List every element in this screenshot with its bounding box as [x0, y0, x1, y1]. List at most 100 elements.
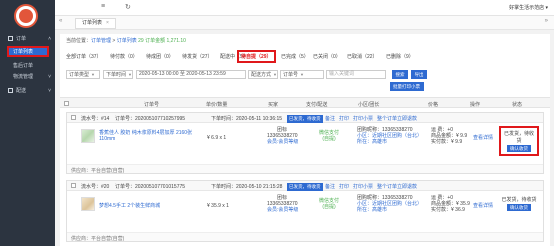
supplier-text: 供应商：平台自营(自营): [71, 168, 125, 174]
order-card: 流水号：#20 订单号：202005107701015775 下单时间：2020…: [66, 180, 544, 242]
delivery-select[interactable]: 配送方式 ▼: [248, 70, 278, 79]
time-type-value: 下单时间: [106, 72, 127, 78]
remark-link[interactable]: 备注: [325, 115, 335, 122]
status-to-ship[interactable]: 待发货（27）: [182, 53, 213, 60]
order-type-value: 订单类型: [69, 72, 90, 78]
status-done[interactable]: 已完成（5）: [281, 53, 309, 60]
confirm-receipt-button[interactable]: 确认收货: [507, 145, 531, 152]
status-text: 已发货，待收货: [501, 197, 537, 203]
community-line[interactable]: 所在：高雄市: [357, 207, 422, 213]
sidebar-group-distribution[interactable]: 配送 ˅: [0, 86, 55, 97]
search-input[interactable]: 输入关键词: [326, 70, 386, 79]
sidebar-group-distribution-label: 配送: [16, 88, 27, 94]
order-no-value: 订单号: [283, 72, 299, 78]
unit-price: ¥ 35.9 x 1: [207, 203, 229, 209]
tab-next-icon[interactable]: »: [545, 18, 548, 24]
shop-logo: [14, 4, 38, 28]
status-filter-row: 全部订单（37） 待付款（0） 待成团（0） 待发货（27） 配送中（5） 待自…: [66, 50, 546, 63]
order-checkbox[interactable]: [71, 115, 76, 120]
payment-info: 微信支付 (自提): [319, 130, 339, 142]
buyer-line[interactable]: 会员:会员等级: [267, 207, 298, 213]
sidebar-item-label: 订单列表: [13, 49, 34, 55]
sidebar-item-order-list[interactable]: 订单列表: [7, 46, 49, 57]
filter-row: 订单类型 ▼ 下单时间 ▼ 2020-05-13 00:00 至 2020-05-1…: [66, 70, 546, 80]
tab-order-list[interactable]: 订单列表 ×: [75, 18, 116, 29]
status-deleted[interactable]: 已删除（9）: [386, 53, 414, 60]
order-footer: 供应商：平台自营(自营): [67, 232, 543, 242]
batch-print-button[interactable]: 批量打印小票: [390, 82, 424, 91]
chevron-down-icon: ▼: [91, 72, 95, 77]
chevron-down-icon: ▼: [273, 72, 277, 77]
export-button[interactable]: 导出: [411, 70, 427, 79]
refund-link[interactable]: 整个订单立即退款: [377, 183, 417, 190]
status-cancelled[interactable]: 已取消（22）: [347, 53, 378, 60]
chevron-down-icon: ˅: [48, 88, 51, 94]
status-cell: 已发货，待收货 确认收货: [499, 126, 539, 156]
unit-price: ¥ 6.9 x 1: [207, 135, 227, 141]
truck-icon: [8, 88, 13, 94]
col-payment: 支付/配送: [306, 102, 328, 108]
buyer-info: 团标 13365338270 会员:会员等级: [267, 127, 298, 145]
select-all-checkbox[interactable]: [64, 101, 69, 106]
community-info: 团购昵称：13365338270 小区：近期社区团购（台北） 所在：高雄市: [357, 195, 422, 213]
chevron-down-icon: ˅: [48, 74, 51, 80]
print-receipt-link[interactable]: 打印小票: [353, 115, 373, 122]
shop-name[interactable]: 好掌生活示范店 ▾: [509, 4, 548, 11]
search-placeholder: 输入关键词: [329, 71, 355, 77]
order-no-select[interactable]: 订单号 ▼: [280, 70, 324, 79]
search-button[interactable]: 搜索: [392, 70, 408, 79]
buyer-line[interactable]: 会员:会员等级: [267, 139, 298, 145]
breadcrumb: 当前位置：订单管理 > 订单列表 29 订单金额 1,271.10: [66, 38, 186, 44]
payment-line: (自提): [322, 204, 336, 210]
community-line[interactable]: 所在：高雄市: [357, 139, 422, 145]
remark-link[interactable]: 备注: [325, 183, 335, 190]
product-thumbnail[interactable]: [81, 129, 95, 143]
print-link[interactable]: 打印: [339, 115, 349, 122]
status-pickup[interactable]: 待自提（29）: [237, 50, 276, 63]
order-number: 订单号：202005107701015775: [115, 184, 186, 190]
sidebar-group-order[interactable]: 订单 ˄: [0, 34, 55, 45]
price-line: 实付款：¥ 36.9: [431, 207, 465, 213]
view-detail-link[interactable]: 查看详情: [473, 203, 493, 209]
view-detail-link[interactable]: 查看详情: [473, 135, 493, 141]
date-range-input[interactable]: 2020-05-13 00:00 至 2020-05-13 23:59: [136, 70, 246, 79]
order-type-select[interactable]: 订单类型 ▼: [66, 70, 100, 79]
status-cell: 已发货，待收货 确认收货: [499, 196, 539, 211]
time-type-select[interactable]: 下单时间 ▼: [103, 70, 133, 79]
close-icon[interactable]: ×: [106, 20, 109, 26]
status-unpaid[interactable]: 待付款（0）: [110, 53, 138, 60]
product-name[interactable]: 梦想4.5手工 2个装生鲜商城: [99, 203, 160, 209]
refund-link[interactable]: 整个订单立即退款: [377, 115, 417, 122]
col-unit-qty: 单价/数量: [206, 102, 228, 108]
print-receipt-link[interactable]: 打印小票: [353, 183, 373, 190]
menu-icon[interactable]: ≡: [101, 3, 105, 10]
print-link[interactable]: 打印: [339, 183, 349, 190]
breadcrumb-level2[interactable]: 订单列表: [117, 38, 137, 44]
sidebar-item-logistics[interactable]: 物流管理 ˅: [0, 72, 55, 83]
tab-label: 订单列表: [82, 20, 103, 26]
refresh-icon[interactable]: ↻: [125, 3, 131, 11]
order-checkbox[interactable]: [71, 183, 76, 188]
col-order-no: 订单号: [144, 102, 160, 108]
sidebar: 订单 ˄ 订单列表 售后订单 物流管理 ˅ 配送 ˅: [0, 0, 55, 246]
payment-info: 微信支付 (自提): [319, 198, 339, 210]
order-status-tag: 已发货，待收货: [287, 115, 323, 123]
product-name[interactable]: 香蕉佳人 胶奶 纯木浆原料4层加厚 2160张 110mm: [99, 130, 199, 142]
sidebar-group-order-row[interactable]: 订单 ˄: [0, 34, 55, 45]
status-all[interactable]: 全部订单（37）: [66, 53, 102, 60]
sidebar-item-after-sale[interactable]: 售后订单: [0, 61, 55, 72]
col-price: 价格: [428, 102, 439, 108]
table-header: 订单号 单价/数量 买家 支付/配送 小区/团长 价格 操作 状态: [60, 97, 550, 108]
tab-bar: « 订单列表 × »: [55, 16, 554, 30]
product-thumbnail[interactable]: [81, 197, 95, 211]
tab-prev-icon[interactable]: «: [59, 18, 62, 24]
col-status: 状态: [512, 102, 523, 108]
status-group[interactable]: 待成团（0）: [146, 53, 174, 60]
status-closed[interactable]: 已关闭（0）: [313, 53, 341, 60]
delivery-value: 配送方式: [251, 72, 272, 78]
breadcrumb-level1[interactable]: 订单管理: [91, 38, 111, 44]
chevron-up-icon: ˄: [48, 36, 51, 42]
confirm-receipt-button[interactable]: 确认收货: [507, 204, 531, 211]
supplier-text: 供应商：平台自营(自营): [71, 236, 125, 242]
order-header: 流水号：#20 订单号：202005107701015775 下单时间：2020…: [67, 181, 543, 191]
